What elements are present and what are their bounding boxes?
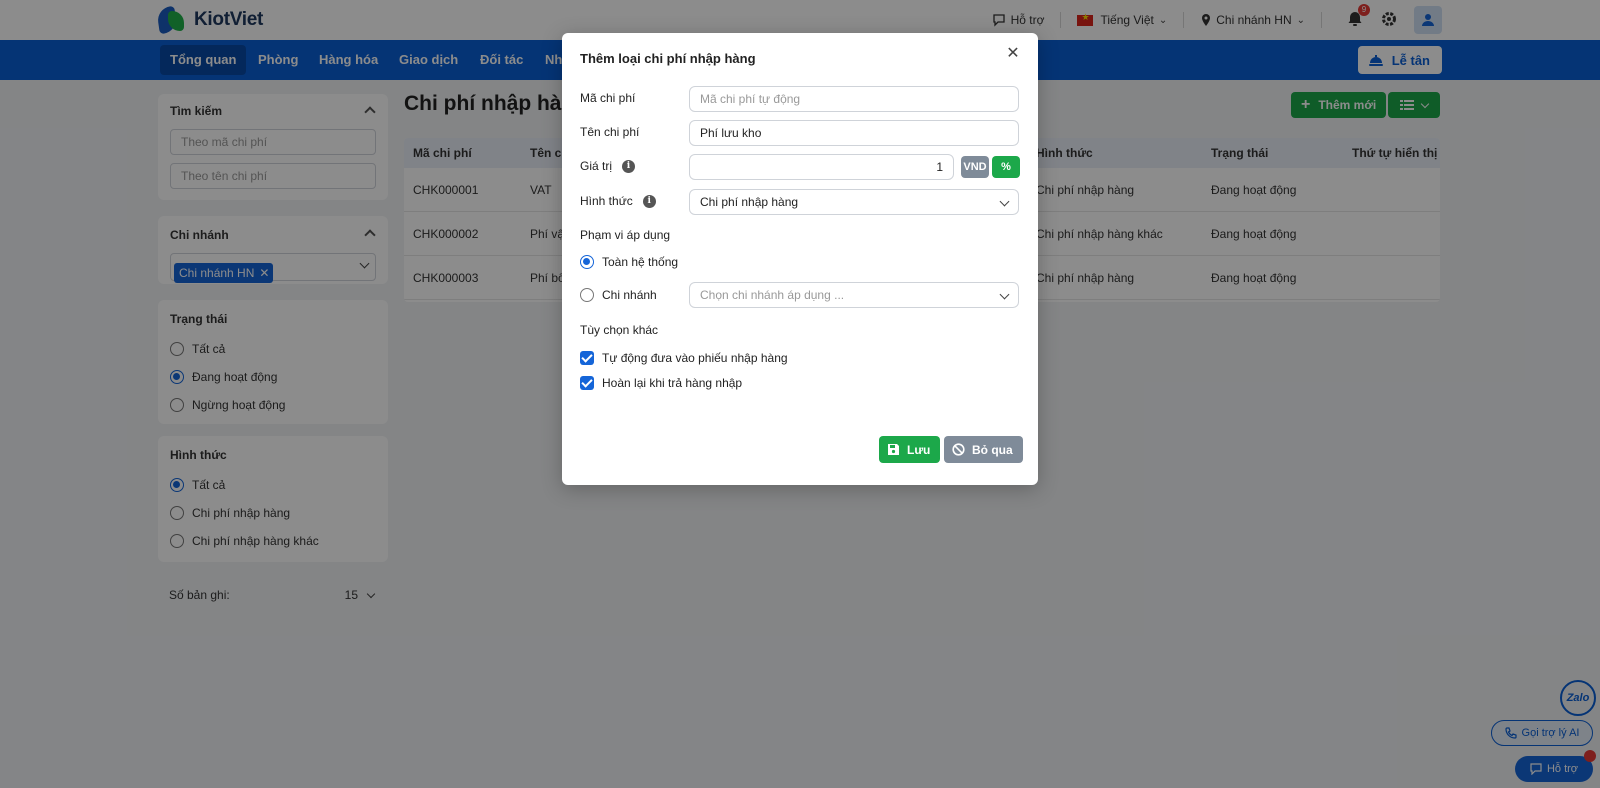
scope-all-label: Toàn hệ thống xyxy=(602,255,679,269)
floppy-disk-icon xyxy=(888,444,899,455)
form-select[interactable]: Chi phí nhập hàng xyxy=(689,189,1019,215)
form-label: Hình thức i xyxy=(580,194,656,208)
form-select-value: Chi phí nhập hàng xyxy=(700,195,799,209)
form-label-text: Hình thức xyxy=(580,194,633,208)
code-label-text: Mã chi phí xyxy=(580,91,636,105)
value-label-text: Giá trị xyxy=(580,159,613,173)
branch-scope-select[interactable]: Chọn chi nhánh áp dụng ... xyxy=(689,282,1019,308)
save-button[interactable]: Lưu xyxy=(879,436,941,463)
close-icon[interactable]: ✕ xyxy=(1004,45,1022,63)
value-input[interactable]: 1 xyxy=(689,154,954,180)
ban-icon xyxy=(952,443,965,456)
auto-add-checkbox[interactable]: Tự động đưa vào phiếu nhập hàng xyxy=(580,351,788,365)
skip-label: Bỏ qua xyxy=(972,442,1013,457)
vnd-toggle-button[interactable]: VND xyxy=(961,156,989,178)
save-label: Lưu xyxy=(907,442,931,457)
name-input[interactable]: Phí lưu kho xyxy=(689,120,1019,146)
other-options-title: Tùy chọn khác xyxy=(580,323,659,337)
scope-branch-label: Chi nhánh xyxy=(602,288,657,302)
checkbox-checked-icon xyxy=(580,376,594,390)
radio-checked-icon xyxy=(580,255,594,269)
checkbox-checked-icon xyxy=(580,351,594,365)
add-cost-type-modal: Thêm loại chi phí nhập hàng ✕ Mã chi phí… xyxy=(562,33,1038,485)
scope-branch-radio[interactable]: Chi nhánh xyxy=(580,288,657,302)
percent-toggle-button[interactable]: % xyxy=(992,156,1020,178)
info-icon[interactable]: i xyxy=(642,194,656,208)
name-label: Tên chi phí xyxy=(580,125,639,139)
scope-all-radio[interactable]: Toàn hệ thống xyxy=(580,255,678,269)
scope-title: Phạm vi áp dụng xyxy=(580,228,671,242)
value-label: Giá trị i xyxy=(580,159,636,173)
auto-add-label: Tự động đưa vào phiếu nhập hàng xyxy=(602,351,788,365)
skip-button[interactable]: Bỏ qua xyxy=(944,436,1023,463)
modal-title: Thêm loại chi phí nhập hàng xyxy=(580,51,756,66)
refund-label: Hoàn lại khi trả hàng nhập xyxy=(602,376,743,390)
refund-checkbox[interactable]: Hoàn lại khi trả hàng nhập xyxy=(580,376,742,390)
branch-scope-placeholder: Chọn chi nhánh áp dụng ... xyxy=(700,288,845,302)
code-label: Mã chi phí xyxy=(580,91,635,105)
chevron-down-icon xyxy=(999,289,1010,300)
radio-icon xyxy=(580,288,594,302)
info-icon[interactable]: i xyxy=(622,159,636,173)
code-input[interactable]: Mã chi phí tự động xyxy=(689,86,1019,112)
chevron-down-icon xyxy=(999,196,1010,207)
name-label-text: Tên chi phí xyxy=(580,125,640,139)
